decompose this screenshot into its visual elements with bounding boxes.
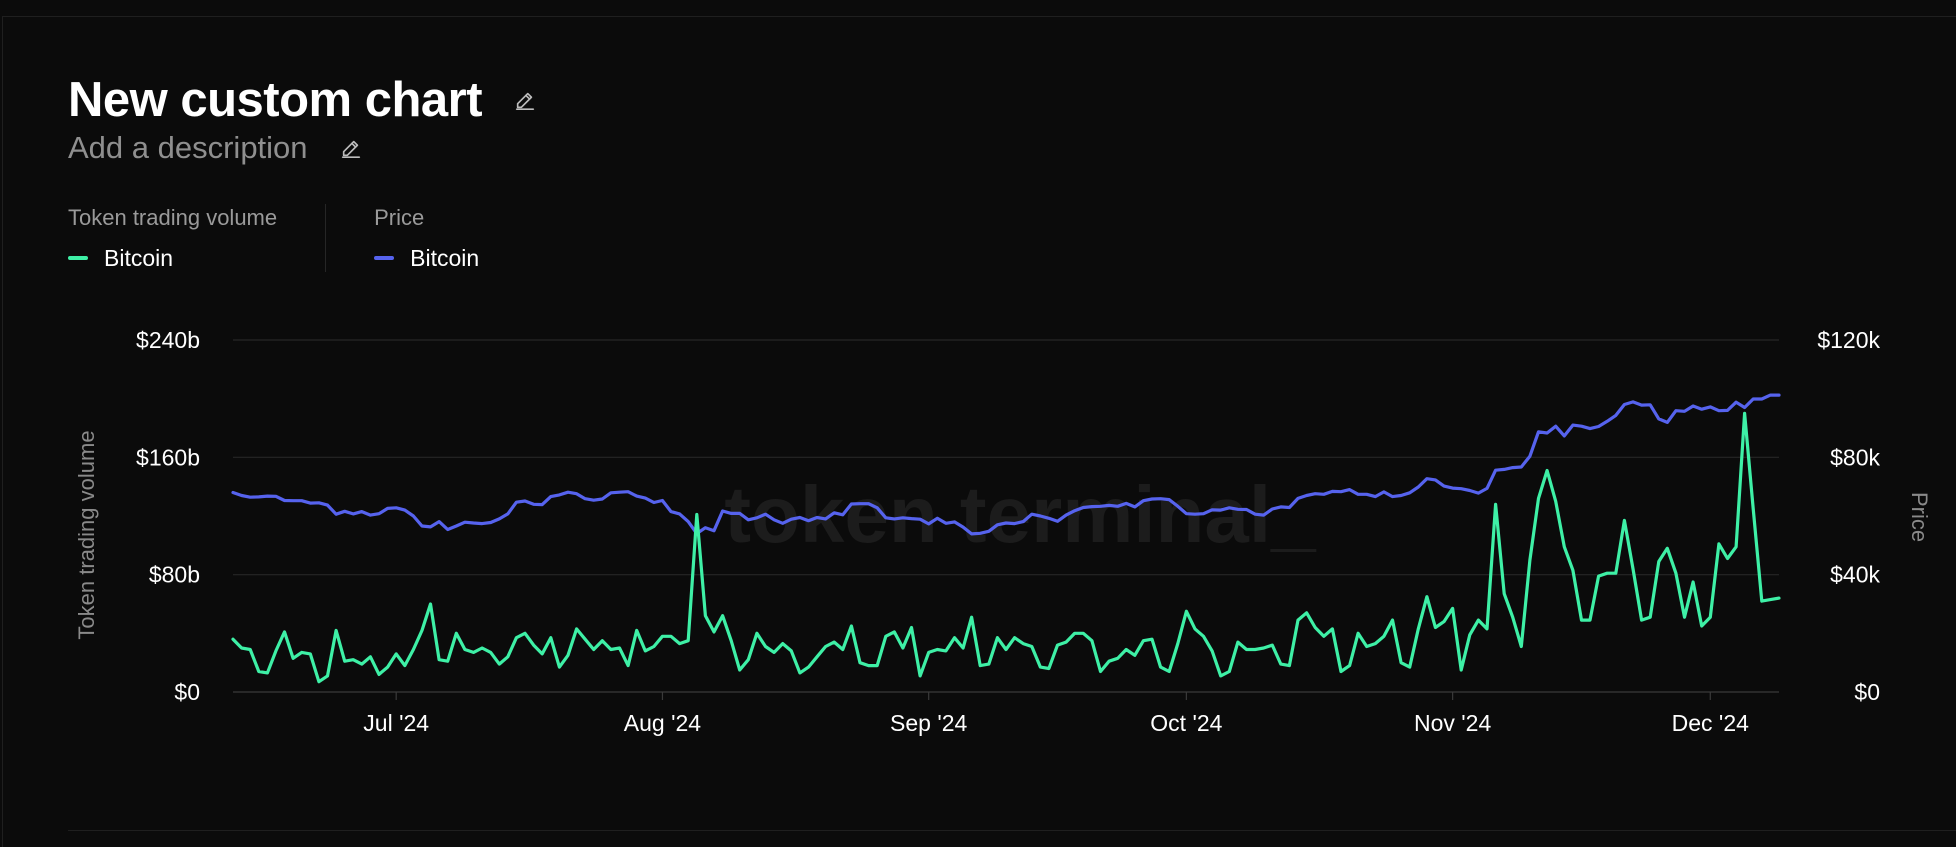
- y-axis-label-left: Token trading volume: [74, 430, 99, 639]
- y-tick-label-right: $120k: [1817, 327, 1880, 353]
- x-tick-label: Jul '24: [363, 710, 429, 736]
- card-divider: [68, 830, 1956, 831]
- x-tick-label: Dec '24: [1672, 710, 1749, 736]
- y-tick-label-left: $80b: [149, 562, 200, 588]
- y-tick-label-left: $0: [174, 679, 200, 705]
- y-tick-label-left: $240b: [136, 327, 200, 353]
- y-tick-label-right: $40k: [1830, 562, 1880, 588]
- x-tick-label: Nov '24: [1414, 710, 1491, 736]
- watermark: token terminal_: [724, 470, 1317, 559]
- x-tick-label: Aug '24: [624, 710, 701, 736]
- y-tick-label-left: $160b: [136, 444, 200, 470]
- y-tick-label-right: $80k: [1830, 444, 1880, 470]
- y-axis-label-right: Price: [1907, 492, 1932, 542]
- x-tick-label: Sep '24: [890, 710, 967, 736]
- x-tick-label: Oct '24: [1150, 710, 1222, 736]
- y-tick-label-right: $0: [1854, 679, 1880, 705]
- chart-plot[interactable]: token terminal_ $0 $80b $160b $240b $0 $40k $8…: [0, 0, 1956, 838]
